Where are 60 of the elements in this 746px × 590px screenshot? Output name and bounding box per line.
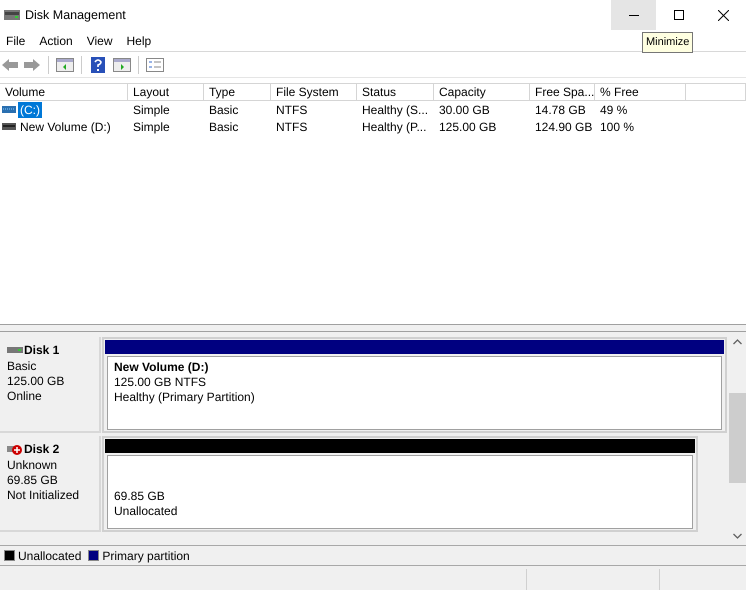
tooltip: Minimize — [642, 32, 694, 52]
table-cell-text: 124.90 GB — [535, 118, 592, 136]
scroll-up-icon[interactable] — [733, 339, 742, 345]
disk-detail: 125.00 GB — [7, 374, 66, 389]
partition-panel[interactable]: New Volume (D:) 125.00 GB NTFS Healthy (Primary Partition) — [102, 337, 727, 433]
back-arrow-icon — [1, 58, 19, 72]
table-cell-text: 14.78 GB — [535, 102, 586, 118]
legend-label: Primary partition — [102, 548, 190, 564]
table-cell-text: Basic — [209, 118, 238, 136]
column-header[interactable]: Type — [204, 84, 271, 101]
table-cell-text: Healthy (P... — [362, 118, 426, 136]
column-header[interactable]: % Free — [595, 84, 686, 101]
window-title: Disk Management — [25, 6, 126, 24]
scroll-down-icon[interactable] — [733, 533, 742, 539]
drive-label[interactable]: New Volume (D:) — [18, 118, 113, 134]
disk-detail: Basic — [7, 359, 38, 374]
maximize-icon — [674, 10, 684, 20]
table-cell-text: NTFS — [276, 118, 308, 136]
menu-item[interactable]: Help — [122, 32, 156, 50]
pane-icon — [113, 58, 131, 72]
table-cell-text: NTFS — [276, 102, 308, 118]
partition-detail: 69.85 GB — [114, 489, 166, 504]
disk-name: Disk 1 — [24, 342, 60, 359]
column-header[interactable]: Volume — [0, 84, 128, 101]
partition-detail: Healthy (Primary Partition) — [114, 390, 256, 405]
column-header[interactable]: Layout — [128, 84, 204, 101]
column-header[interactable]: Free Spa... — [530, 84, 595, 101]
column-header[interactable]: Capacity — [434, 84, 530, 101]
drive-icon — [2, 106, 16, 113]
table-cell-text: 100 % — [600, 118, 634, 136]
disk-detail: Online — [7, 389, 43, 404]
disk-name: Disk 2 — [24, 441, 60, 458]
table-cell-text: 125.00 GB — [439, 118, 496, 136]
partition-detail: 125.00 GB NTFS — [114, 375, 208, 390]
properties-icon — [146, 58, 164, 72]
menu-item[interactable]: View — [82, 32, 118, 50]
close-icon — [718, 10, 729, 20]
column-header[interactable]: File System — [271, 84, 357, 101]
drive-icon — [2, 123, 16, 130]
table-cell-text: Simple — [133, 102, 170, 118]
pane-icon — [56, 58, 74, 72]
menu-item[interactable]: File — [1, 32, 30, 50]
table-cell-text: Simple — [133, 118, 170, 136]
column-header[interactable]: Status — [357, 84, 434, 101]
partition-panel[interactable]: 69.85 GB Unallocated — [102, 436, 698, 532]
table-cell-text: 49 % — [600, 102, 628, 118]
scrollbar-thumb[interactable] — [729, 393, 746, 483]
partition-detail: Unallocated — [114, 504, 178, 519]
table-cell-text: 30.00 GB — [439, 102, 490, 118]
partition-title: New Volume (D:) — [114, 360, 210, 375]
forward-arrow-icon — [23, 58, 41, 72]
menu-item[interactable]: Action — [34, 32, 78, 50]
table-cell-text: Basic — [209, 102, 238, 118]
table-cell-text: Healthy (S... — [362, 102, 428, 118]
disk-detail: Not Initialized — [7, 488, 80, 503]
drive-label[interactable]: (C:) — [18, 102, 42, 118]
disk-detail: 69.85 GB — [7, 473, 59, 488]
legend-label: Unallocated — [18, 548, 82, 564]
help-icon — [91, 56, 105, 72]
disk-detail: Unknown — [7, 458, 58, 473]
